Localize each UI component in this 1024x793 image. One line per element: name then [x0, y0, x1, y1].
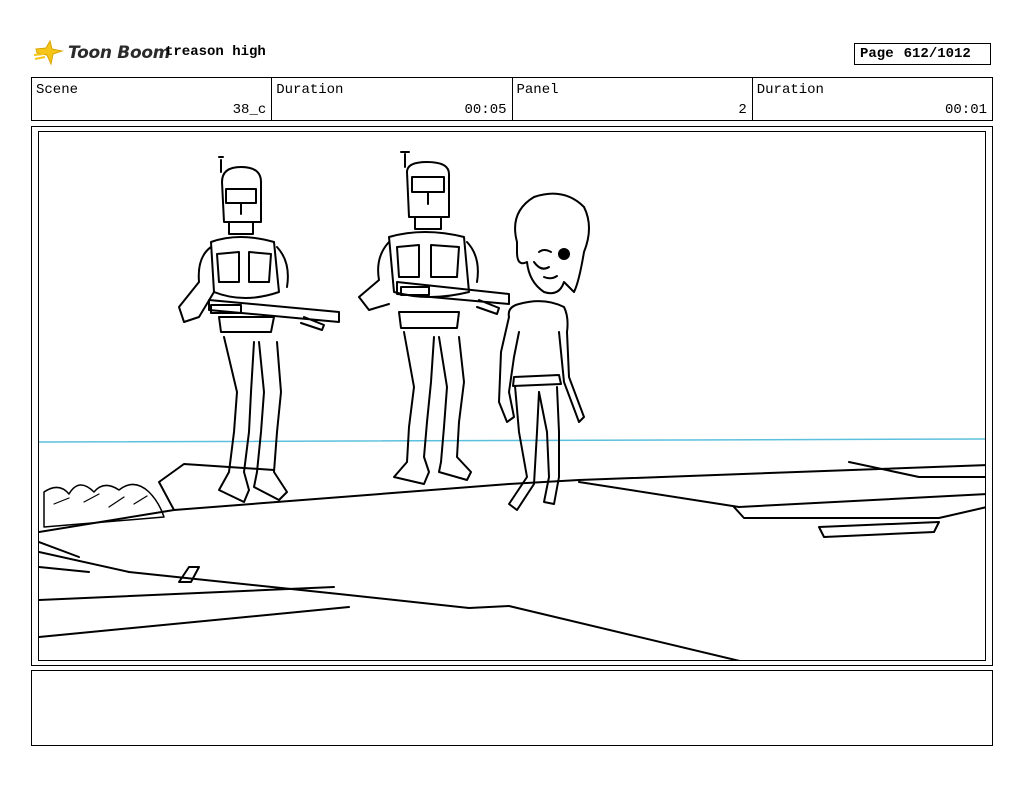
panel-cell: Panel 2 — [513, 78, 753, 120]
scene-label: Scene — [36, 82, 79, 98]
horizon-line — [39, 438, 985, 443]
logo-text: Toon Boom — [68, 43, 171, 63]
scene-info-row: Scene 38_c Duration 00:05 Panel 2 Durati… — [31, 77, 993, 121]
robot-guard-left — [178, 156, 340, 503]
page-indicator: Page 612/1012 — [854, 43, 991, 65]
page-value: 612/1012 — [903, 46, 971, 62]
girl-character — [498, 192, 590, 511]
scene-duration-value: 00:05 — [464, 102, 507, 118]
robot-guard-middle — [358, 151, 510, 485]
scene-duration-cell: Duration 00:05 — [272, 78, 513, 120]
panel-value: 2 — [738, 102, 747, 118]
scene-duration-label: Duration — [276, 82, 344, 98]
project-title: treason high — [165, 44, 266, 60]
storyboard-sketch — [39, 151, 985, 660]
panel-duration-value: 00:01 — [944, 102, 987, 118]
scene-value: 38_c — [232, 102, 267, 118]
panel-duration-label: Duration — [756, 82, 824, 98]
toon-boom-star-icon — [34, 39, 64, 66]
page-label: Page — [860, 46, 894, 62]
scene-cell: Scene 38_c — [32, 78, 273, 120]
panel-notes-box — [31, 670, 993, 746]
toon-boom-logo: Toon Boom — [34, 38, 170, 68]
panel-duration-cell: Duration 00:01 — [753, 78, 992, 120]
panel-label: Panel — [516, 82, 559, 98]
panel-drawing — [38, 131, 986, 661]
